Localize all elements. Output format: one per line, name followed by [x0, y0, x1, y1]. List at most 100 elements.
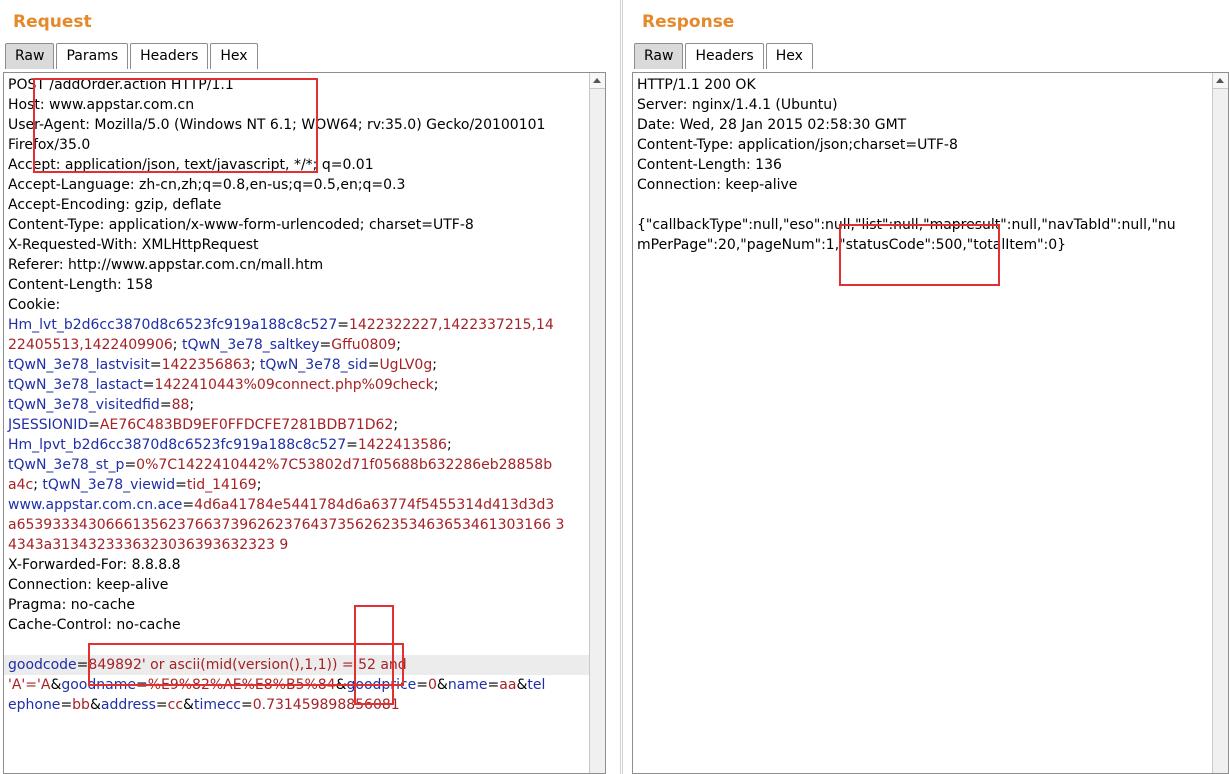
response-line: HTTP/1.1 200 OK	[637, 77, 756, 93]
request-line: Hm_lpvt_b2d6cc3870d8c6523fc919a188c8c527…	[8, 435, 587, 455]
plain-text: ;	[393, 417, 399, 433]
plain-text: ;	[396, 337, 401, 353]
request-line: www.appstar.com.cn.ace=4d6a41784e5441784…	[8, 495, 587, 515]
request-line: X-Requested-With: XMLHttpRequest	[8, 235, 587, 255]
plain-text: Cache-Control: no-cache	[8, 617, 181, 633]
tab-hex[interactable]: Hex	[210, 43, 258, 69]
param-value: 1422413586	[357, 437, 447, 453]
tab-headers[interactable]: Headers	[685, 43, 764, 69]
param-value: 0	[428, 677, 437, 693]
plain-text: Content-Length: 158	[8, 277, 153, 293]
response-line	[637, 195, 1176, 215]
param-value: aa	[499, 677, 517, 693]
param-value: Gffu0809	[331, 337, 397, 353]
response-title: Response	[642, 12, 735, 32]
response-scrollbar[interactable]	[1212, 73, 1228, 773]
plain-text: =	[60, 697, 73, 713]
plain-text: ;	[446, 437, 452, 453]
plain-text: ;	[189, 397, 195, 413]
plain-text: ;	[172, 337, 182, 353]
param-key: name	[447, 677, 488, 693]
request-line: Accept: application/json, text/javascrip…	[8, 155, 587, 175]
param-value: 849892' or ascii(mid(version(),1,1)) = 5…	[88, 657, 407, 673]
scroll-up-arrow-icon[interactable]	[590, 73, 605, 89]
param-key: tQwN_3e78_viewid	[42, 477, 176, 493]
plain-text: =	[240, 697, 253, 713]
param-value: 'A'='A	[8, 677, 51, 693]
plain-text: Cookie:	[8, 297, 61, 313]
request-line: a653933343066613562376637396262376437356…	[8, 515, 587, 535]
request-line: Hm_lvt_b2d6cc3870d8c6523fc919a188c8c527=…	[8, 315, 587, 335]
param-value: tid_14169	[186, 477, 257, 493]
response-line: Date: Wed, 28 Jan 2015 02:58:30 GMT	[637, 117, 907, 133]
plain-text: &	[335, 677, 347, 693]
plain-text: X-Forwarded-For: 8.8.8.8	[8, 557, 181, 573]
request-tabs: Raw Params Headers Hex	[5, 43, 260, 70]
response-line: Server: nginx/1.4.1 (Ubuntu)	[637, 97, 838, 113]
param-value: 88	[171, 397, 190, 413]
plain-text: =	[142, 377, 155, 393]
request-line: Firefox/35.0	[8, 135, 587, 155]
response-raw-text[interactable]: HTTP/1.1 200 OK Server: nginx/1.4.1 (Ubun…	[637, 75, 1176, 255]
request-line: 22405513,1422409906; tQwN_3e78_saltkey=G…	[8, 335, 587, 355]
request-line: ephone=bb&address=cc&timecc=0.7314598988…	[8, 695, 587, 715]
request-line: X-Forwarded-For: 8.8.8.8	[8, 555, 587, 575]
tab-hex[interactable]: Hex	[765, 43, 813, 69]
pane-splitter[interactable]	[609, 0, 629, 774]
request-line: Cookie:	[8, 295, 587, 315]
plain-text: Firefox/35.0	[8, 137, 91, 153]
request-scrollbar[interactable]	[589, 73, 605, 773]
plain-text: Content-Type: application/x-www-form-url…	[8, 217, 474, 233]
plain-text: User-Agent: Mozilla/5.0 (Windows NT 6.1;…	[8, 117, 546, 133]
request-line: User-Agent: Mozilla/5.0 (Windows NT 6.1;…	[8, 115, 587, 135]
plain-text: =	[159, 397, 172, 413]
request-line: 4343a3134323336323036393632323 9	[8, 535, 587, 555]
plain-text: =	[346, 437, 358, 453]
param-key: Hm_lpvt_b2d6cc3870d8c6523fc919a188c8c527	[8, 437, 347, 453]
plain-text: &	[516, 677, 528, 693]
request-raw-text[interactable]: POST /addOrder.action HTTP/1.1 Host: www.…	[4, 75, 589, 715]
param-value: 1422410443%09connect.php%09check	[154, 377, 434, 393]
plain-text: &	[89, 697, 101, 713]
plain-text: ;	[33, 477, 43, 493]
tab-params[interactable]: Params	[56, 43, 129, 69]
param-key: tQwN_3e78_lastact	[8, 377, 143, 393]
param-value: 4d6a41784e5441784d6a63774f5455314d413d3d…	[194, 497, 555, 513]
plain-text: X-Requested-With: XMLHttpRequest	[8, 237, 259, 253]
plain-text: Connection: keep-alive	[8, 577, 169, 593]
param-key: tQwN_3e78_st_p	[8, 457, 125, 473]
request-raw-editor[interactable]: POST /addOrder.action HTTP/1.1 Host: www.…	[3, 72, 606, 774]
param-key: tQwN_3e78_saltkey	[181, 337, 320, 353]
param-value: cc	[167, 697, 184, 713]
param-key: tQwN_3e78_sid	[259, 357, 368, 373]
param-key: tQwN_3e78_lastvisit	[8, 357, 150, 373]
plain-text: Accept-Encoding: gzip, deflate	[8, 197, 222, 213]
plain-text: =	[88, 417, 100, 433]
plain-text: Pragma: no-cache	[8, 597, 136, 613]
param-key: www.appstar.com.cn.ace	[8, 497, 183, 513]
request-line	[8, 635, 587, 655]
param-value: 0.731459898856081	[252, 697, 400, 713]
request-title: Request	[13, 12, 92, 32]
plain-text: &	[50, 677, 62, 693]
response-line: Content-Length: 136	[637, 157, 782, 173]
request-line: Content-Length: 158	[8, 275, 587, 295]
plain-text: =	[182, 497, 195, 513]
plain-text: =	[135, 677, 148, 693]
param-value: a653933343066613562376637396262376437356…	[8, 517, 565, 533]
request-line: Accept-Language: zh-cn,zh;q=0.8,en-us;q=…	[8, 175, 587, 195]
param-key: ephone	[8, 697, 61, 713]
request-line: Content-Type: application/x-www-form-url…	[8, 215, 587, 235]
param-value: %E9%82%AE%E8%B5%84	[147, 677, 336, 693]
param-key: address	[100, 697, 156, 713]
response-raw-viewer[interactable]: HTTP/1.1 200 OK Server: nginx/1.4.1 (Ubun…	[632, 72, 1229, 774]
tab-raw[interactable]: Raw	[634, 43, 684, 69]
param-key: JSESSIONID	[8, 417, 89, 433]
tab-raw[interactable]: Raw	[5, 43, 55, 69]
tab-headers[interactable]: Headers	[130, 43, 209, 69]
request-line: 'A'='A&goodname=%E9%82%AE%E8%B5%84&goodp…	[8, 675, 587, 695]
response-line: {"callbackType":null,"eso":null,"list":n…	[637, 217, 1176, 233]
plain-text: =	[337, 317, 349, 333]
request-line: tQwN_3e78_st_p=0%7C1422410442%7C53802d71…	[8, 455, 587, 475]
scroll-up-arrow-icon[interactable]	[1213, 73, 1228, 89]
